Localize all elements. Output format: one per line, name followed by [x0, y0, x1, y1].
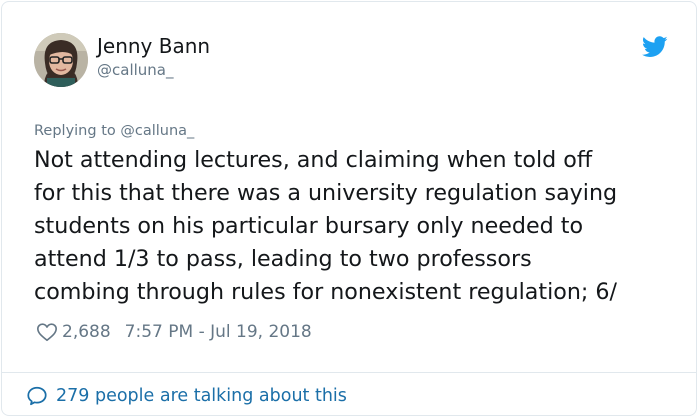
replying-to[interactable]: Replying to @calluna_ — [34, 121, 194, 141]
tweet-text-line: attend 1/3 to pass, leading to two profe… — [34, 246, 532, 272]
author-name[interactable]: Jenny Bann — [97, 34, 210, 58]
avatar-image — [34, 33, 88, 87]
talking-about-text[interactable]: 279 people are talking about this — [56, 386, 347, 406]
like-count[interactable]: 2,688 — [62, 322, 111, 342]
heart-icon[interactable] — [36, 321, 58, 343]
tweet-text-line: for this that there was a university reg… — [34, 180, 618, 206]
author-handle[interactable]: @calluna_ — [97, 60, 173, 80]
speech-bubble-icon — [26, 385, 48, 407]
avatar[interactable] — [34, 33, 88, 87]
tweet-meta: 2,688 7:57 PM - Jul 19, 2018 — [36, 320, 312, 344]
tweet-text-line: combing through rules for nonexistent re… — [34, 279, 618, 305]
divider — [2, 372, 696, 373]
tweet-text: Not attending lectures, and claiming whe… — [34, 144, 684, 309]
talking-about-link[interactable]: 279 people are talking about this — [26, 384, 347, 408]
tweet-text-line: students on his particular bursary only … — [34, 213, 584, 239]
twitter-bird-icon[interactable] — [641, 36, 668, 58]
timestamp[interactable]: 7:57 PM - Jul 19, 2018 — [125, 322, 312, 342]
tweet-text-line: Not attending lectures, and claiming whe… — [34, 147, 593, 173]
tweet-card[interactable]: Jenny Bann @calluna_ Replying to @callun… — [1, 1, 697, 416]
